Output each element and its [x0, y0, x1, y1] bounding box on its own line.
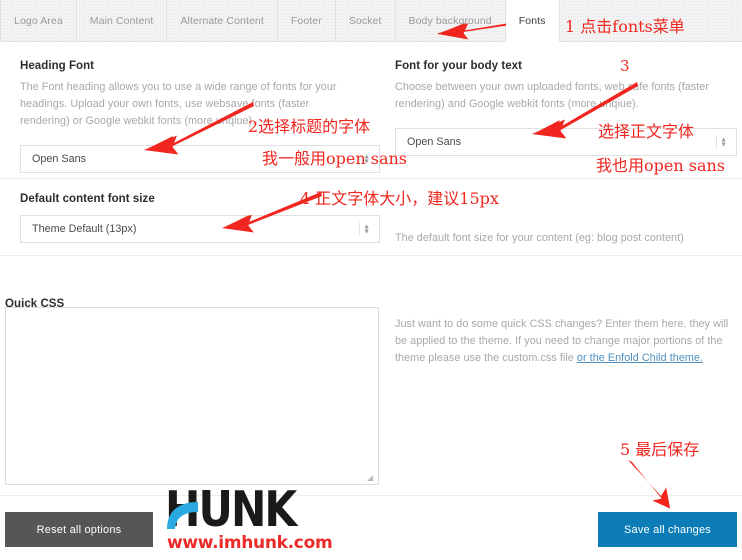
- content-font-size-description: The default font size for your content (…: [395, 232, 684, 244]
- tab-logo-area[interactable]: Logo Area: [0, 0, 77, 41]
- tab-socket[interactable]: Socket: [336, 0, 396, 41]
- tab-label: Fonts: [518, 14, 546, 27]
- tab-main-content[interactable]: Main Content: [77, 0, 168, 41]
- body-font-description: Choose between your own uploaded fonts, …: [395, 81, 710, 110]
- content-font-size-title: Default content font size: [20, 193, 155, 205]
- options-footer-bar: Reset all options Save all changes: [0, 495, 742, 560]
- options-tab-bar: Logo Area Main Content Alternate Content…: [0, 0, 742, 42]
- save-all-changes-button[interactable]: Save all changes: [598, 512, 737, 547]
- select-spinner-icon: ▲ ▼: [716, 135, 727, 149]
- section-content-font-size: Default content font size Theme Default …: [0, 179, 742, 256]
- hunk-swoosh-icon: [165, 500, 199, 530]
- options-panel-screen: Logo Area Main Content Alternate Content…: [0, 0, 742, 560]
- section-fonts: Heading Font The Font heading allows you…: [0, 42, 742, 179]
- select-spinner-icon: ▲ ▼: [359, 222, 370, 236]
- tab-label: Body background: [408, 14, 492, 27]
- save-button-label: Save all changes: [624, 523, 711, 536]
- tab-fonts[interactable]: Fonts: [505, 0, 560, 42]
- quick-css-description: Just want to do some quick CSS changes? …: [395, 316, 735, 367]
- body-font-title: Font for your body text: [395, 60, 523, 72]
- content-font-size-desc-wrap: The default font size for your content (…: [395, 230, 737, 247]
- quick-css-desc-wrap: Just want to do some quick CSS changes? …: [395, 316, 737, 367]
- heading-font-value: Open Sans: [32, 153, 87, 165]
- body-font-value: Open Sans: [407, 136, 462, 148]
- heading-font-select[interactable]: Open Sans ▲ ▼: [20, 145, 380, 173]
- reset-button-label: Reset all options: [36, 523, 122, 536]
- content-font-size-value: Theme Default (13px): [32, 223, 137, 235]
- tab-label: Alternate Content: [180, 14, 264, 27]
- quick-css-textarea[interactable]: [5, 307, 379, 485]
- heading-font-description: The Font heading allows you to use a wid…: [20, 81, 337, 127]
- tab-label: Logo Area: [14, 14, 63, 27]
- select-spinner-icon: ▲ ▼: [359, 152, 370, 166]
- heading-font-title: Heading Font: [20, 60, 95, 72]
- tab-bar-filler: [560, 0, 742, 41]
- body-font-select[interactable]: Open Sans ▲ ▼: [395, 128, 737, 156]
- tab-label: Socket: [348, 14, 382, 27]
- content-font-size-select[interactable]: Theme Default (13px) ▲ ▼: [20, 215, 380, 243]
- reset-all-options-button[interactable]: Reset all options: [5, 512, 153, 547]
- content-font-size-group: Default content font size Theme Default …: [20, 193, 385, 243]
- tab-body-background[interactable]: Body background: [396, 0, 506, 41]
- enfold-child-theme-link[interactable]: or the Enfold Child theme.: [577, 352, 703, 364]
- tab-footer[interactable]: Footer: [278, 0, 336, 41]
- tab-alternate-content[interactable]: Alternate Content: [167, 0, 278, 41]
- hunk-url-text: www.imhunk.com: [167, 533, 333, 553]
- tab-label: Footer: [290, 14, 322, 27]
- tab-label: Main Content: [89, 14, 154, 27]
- heading-font-group: Heading Font The Font heading allows you…: [20, 60, 385, 173]
- body-font-group: Font for your body text Choose between y…: [395, 60, 737, 156]
- hunk-watermark-logo: HUNK www.imhunk.com: [165, 485, 333, 553]
